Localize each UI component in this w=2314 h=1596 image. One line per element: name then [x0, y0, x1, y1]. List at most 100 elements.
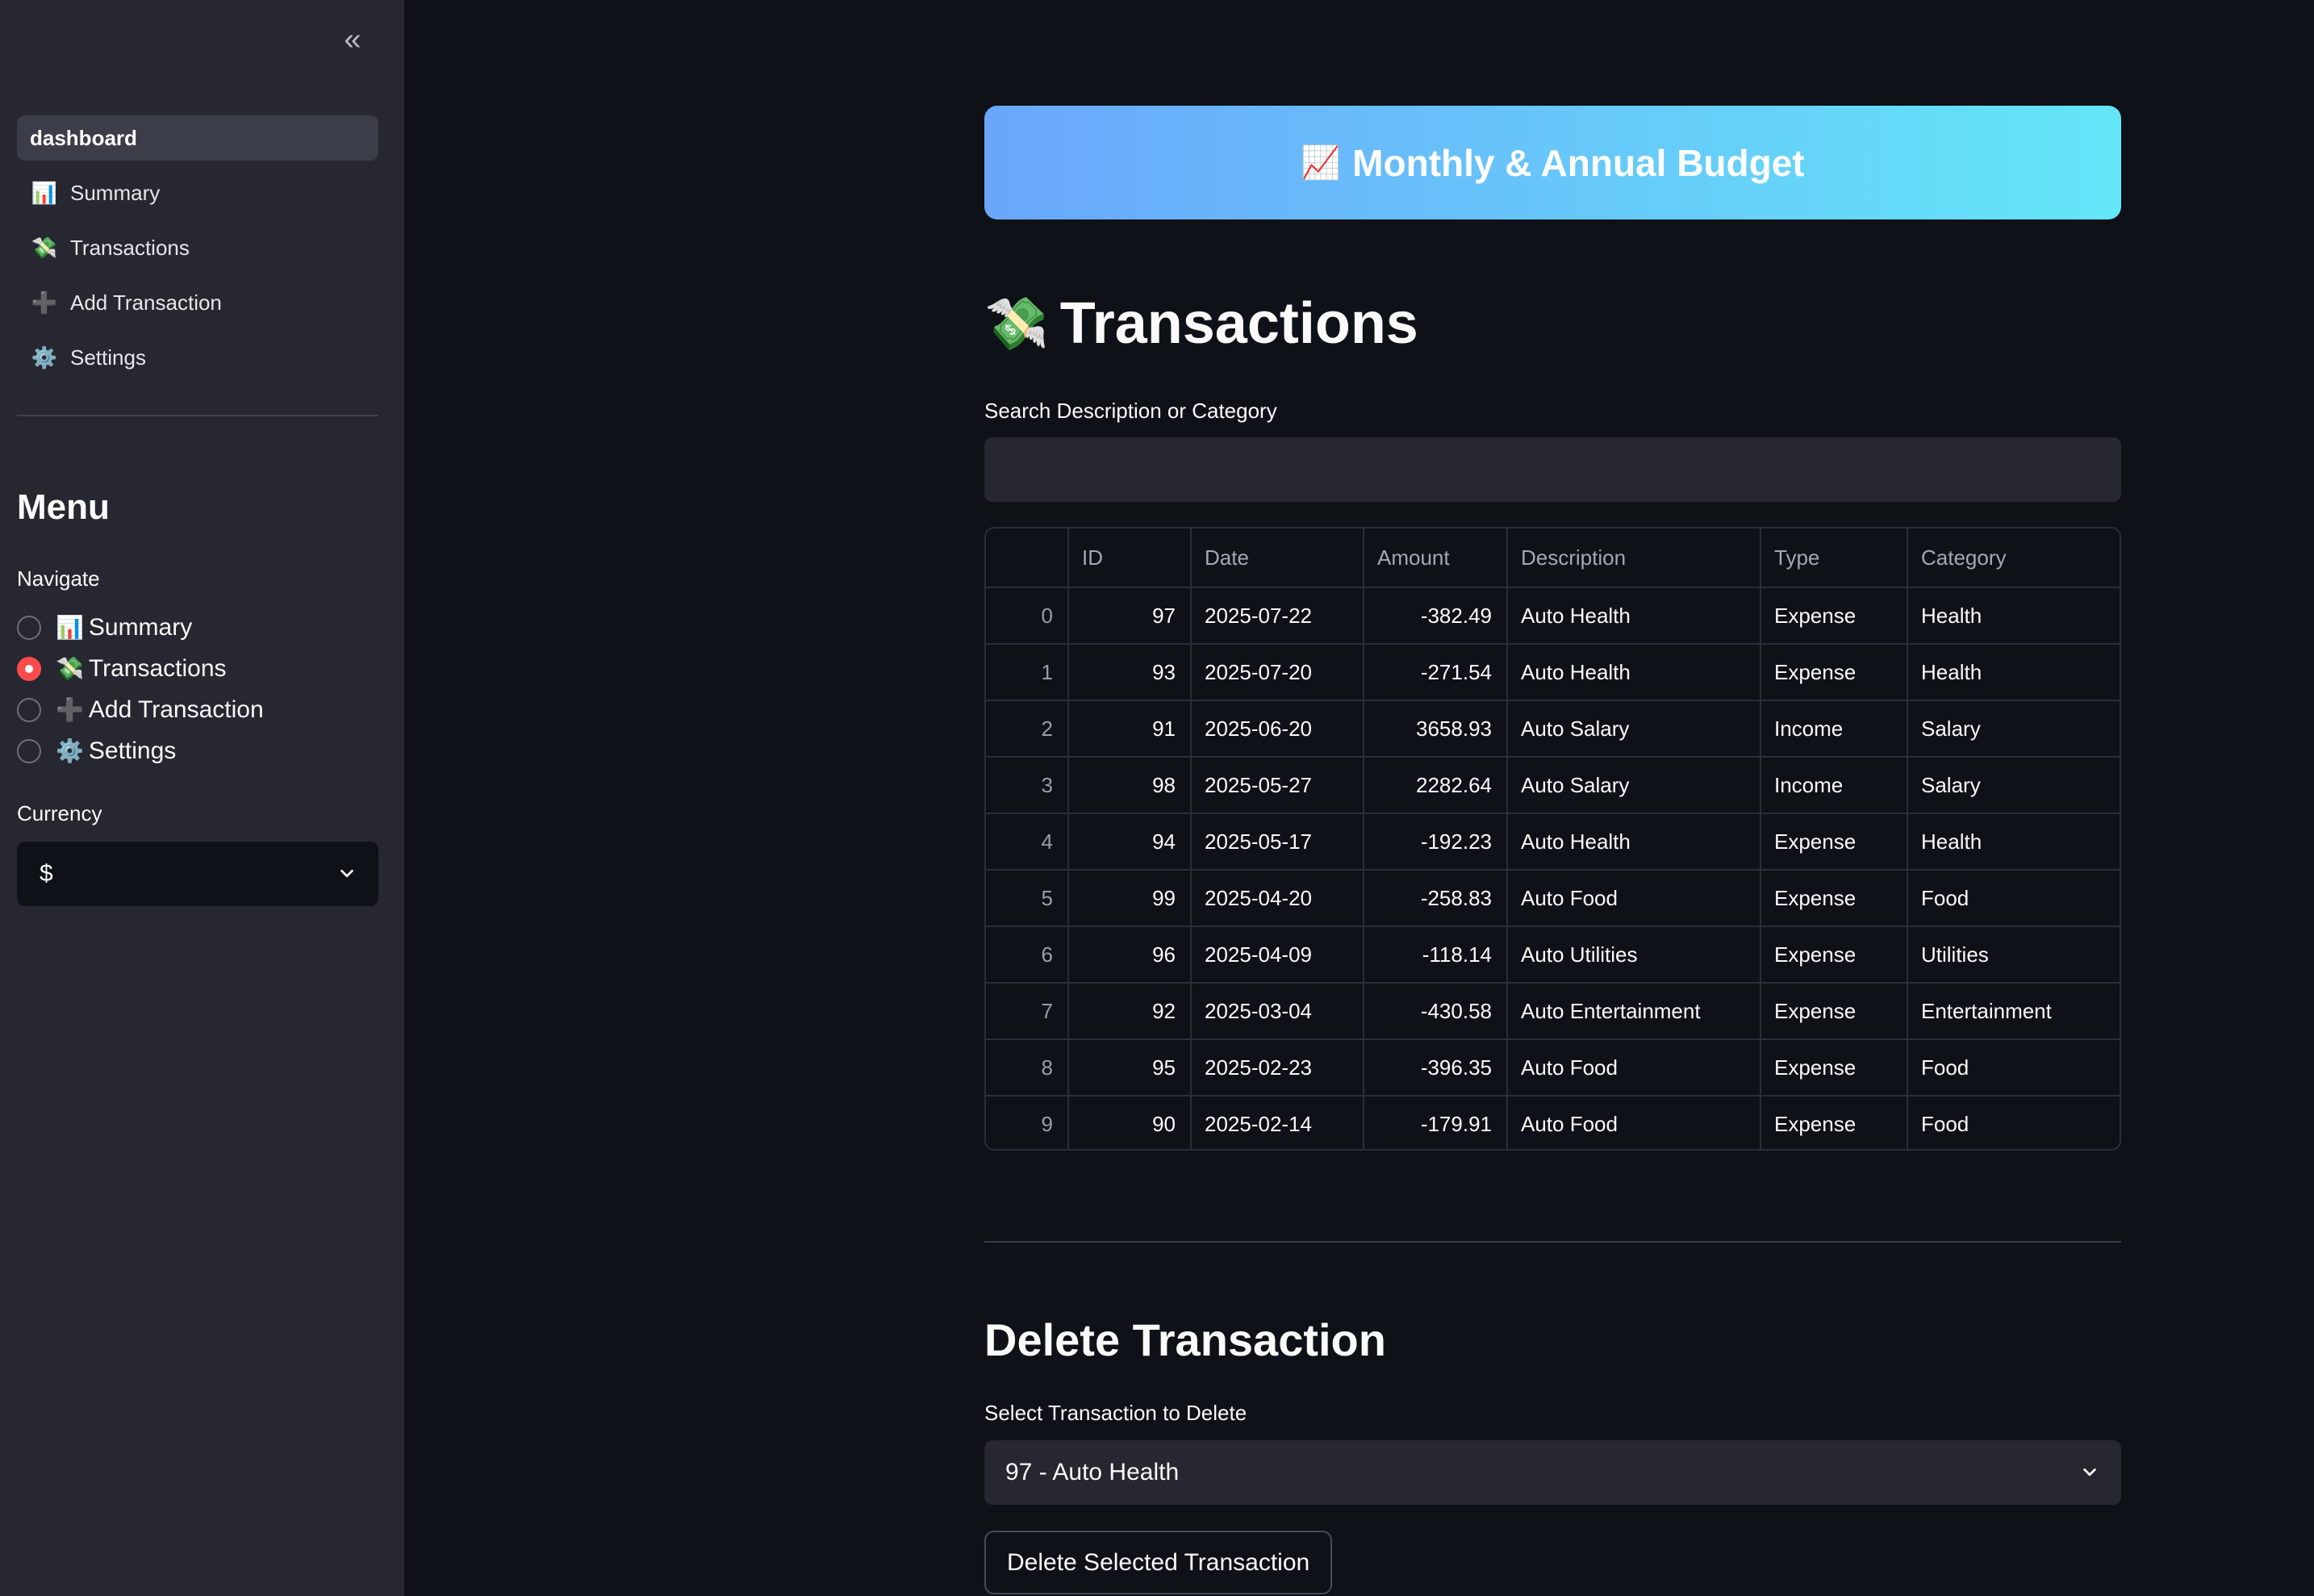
cell-index[interactable]: 2 — [986, 700, 1069, 758]
delete-selected-transaction-button[interactable]: Delete Selected Transaction — [984, 1531, 1333, 1594]
cell-date[interactable]: 2025-02-14 — [1191, 1096, 1364, 1149]
cell-description[interactable]: Auto Health — [1507, 813, 1761, 871]
cell-index[interactable]: 7 — [986, 983, 1069, 1040]
page-item-transactions[interactable]: 💸 Transactions — [17, 225, 378, 270]
table-row[interactable]: 7 92 2025-03-04 -430.58 Auto Entertainment Ex… — [986, 983, 2120, 1040]
cell-category[interactable]: Salary — [1907, 700, 2120, 758]
cell-type[interactable]: Expense — [1761, 983, 1908, 1040]
search-input[interactable] — [984, 437, 2121, 502]
radio-button[interactable] — [17, 656, 41, 681]
cell-amount[interactable]: -192.23 — [1364, 813, 1508, 871]
column-header-category[interactable]: Category — [1907, 529, 2120, 588]
cell-date[interactable]: 2025-07-22 — [1191, 587, 1364, 645]
cell-amount[interactable]: -271.54 — [1364, 644, 1508, 701]
cell-description[interactable]: Auto Entertainment — [1507, 983, 1761, 1040]
column-header-description[interactable]: Description — [1507, 529, 1761, 588]
table-row[interactable]: 6 96 2025-04-09 -118.14 Auto Utilities Expens… — [986, 926, 2120, 984]
table-row[interactable]: 8 95 2025-02-23 -396.35 Auto Food Expense Food — [986, 1039, 2120, 1097]
column-header-id[interactable]: ID — [1068, 529, 1192, 588]
cell-date[interactable]: 2025-07-20 — [1191, 644, 1364, 701]
cell-category[interactable]: Food — [1907, 1039, 2120, 1097]
cell-amount[interactable]: -382.49 — [1364, 587, 1508, 645]
cell-type[interactable]: Expense — [1761, 813, 1908, 871]
cell-type[interactable]: Income — [1761, 700, 1908, 758]
radio-button[interactable] — [17, 738, 41, 763]
cell-id[interactable]: 95 — [1068, 1039, 1192, 1097]
cell-amount[interactable]: -430.58 — [1364, 983, 1508, 1040]
radio-summary[interactable]: 📊 Summary — [17, 607, 264, 648]
collapse-sidebar-button[interactable]: « — [336, 23, 370, 56]
column-header-date[interactable]: Date — [1191, 529, 1364, 588]
table-row[interactable]: 1 93 2025-07-20 -271.54 Auto Health Expense He… — [986, 644, 2120, 701]
radio-button[interactable] — [17, 697, 41, 722]
cell-index[interactable]: 3 — [986, 757, 1069, 814]
column-header-amount[interactable]: Amount — [1364, 529, 1508, 588]
transactions-table[interactable]: ID Date Amount Description Type Category… — [984, 527, 2121, 1151]
cell-category[interactable]: Food — [1907, 870, 2120, 927]
page-item-dashboard[interactable]: dashboard — [17, 115, 378, 161]
cell-date[interactable]: 2025-04-09 — [1191, 926, 1364, 984]
radio-settings[interactable]: ⚙️ Settings — [17, 730, 264, 771]
cell-date[interactable]: 2025-02-23 — [1191, 1039, 1364, 1097]
currency-select[interactable]: $ — [17, 842, 378, 906]
page-item-add-transaction[interactable]: ➕ Add Transaction — [17, 280, 378, 325]
cell-index[interactable]: 6 — [986, 926, 1069, 984]
radio-transactions[interactable]: 💸 Transactions — [17, 648, 264, 689]
cell-category[interactable]: Utilities — [1907, 926, 2120, 984]
cell-category[interactable]: Entertainment — [1907, 983, 2120, 1040]
cell-description[interactable]: Auto Utilities — [1507, 926, 1761, 984]
cell-index[interactable]: 0 — [986, 587, 1069, 645]
cell-type[interactable]: Expense — [1761, 1096, 1908, 1149]
cell-description[interactable]: Auto Salary — [1507, 757, 1761, 814]
cell-index[interactable]: 5 — [986, 870, 1069, 927]
cell-date[interactable]: 2025-03-04 — [1191, 983, 1364, 1040]
cell-description[interactable]: Auto Food — [1507, 870, 1761, 927]
table-row[interactable]: 4 94 2025-05-17 -192.23 Auto Health Expense He… — [986, 813, 2120, 871]
cell-id[interactable]: 92 — [1068, 983, 1192, 1040]
cell-index[interactable]: 8 — [986, 1039, 1069, 1097]
cell-amount[interactable]: -396.35 — [1364, 1039, 1508, 1097]
cell-type[interactable]: Expense — [1761, 644, 1908, 701]
radio-button[interactable] — [17, 615, 41, 640]
cell-description[interactable]: Auto Salary — [1507, 700, 1761, 758]
table-row[interactable]: 0 97 2025-07-22 -382.49 Auto Health Expense He… — [986, 587, 2120, 645]
cell-id[interactable]: 98 — [1068, 757, 1192, 814]
column-header-index[interactable] — [986, 529, 1069, 588]
cell-index[interactable]: 1 — [986, 644, 1069, 701]
table-row[interactable]: 2 91 2025-06-20 3658.93 Auto Salary Income Sal… — [986, 700, 2120, 758]
table-row[interactable]: 5 99 2025-04-20 -258.83 Auto Food Expense Food — [986, 870, 2120, 927]
cell-category[interactable]: Salary — [1907, 757, 2120, 814]
cell-date[interactable]: 2025-04-20 — [1191, 870, 1364, 927]
cell-description[interactable]: Auto Food — [1507, 1039, 1761, 1097]
cell-category[interactable]: Health — [1907, 587, 2120, 645]
cell-type[interactable]: Expense — [1761, 926, 1908, 984]
cell-category[interactable]: Health — [1907, 813, 2120, 871]
table-row[interactable]: 9 90 2025-02-14 -179.91 Auto Food Expense Food — [986, 1096, 2120, 1149]
table-row[interactable]: 3 98 2025-05-27 2282.64 Auto Salary Income Sal… — [986, 757, 2120, 814]
cell-description[interactable]: Auto Health — [1507, 587, 1761, 645]
cell-category[interactable]: Health — [1907, 644, 2120, 701]
cell-date[interactable]: 2025-06-20 — [1191, 700, 1364, 758]
page-item-summary[interactable]: 📊 Summary — [17, 170, 378, 215]
cell-type[interactable]: Income — [1761, 757, 1908, 814]
cell-id[interactable]: 93 — [1068, 644, 1192, 701]
cell-id[interactable]: 97 — [1068, 587, 1192, 645]
cell-description[interactable]: Auto Health — [1507, 644, 1761, 701]
page-item-settings[interactable]: ⚙️ Settings — [17, 335, 378, 380]
cell-type[interactable]: Expense — [1761, 1039, 1908, 1097]
cell-id[interactable]: 91 — [1068, 700, 1192, 758]
cell-amount[interactable]: -118.14 — [1364, 926, 1508, 984]
cell-category[interactable]: Food — [1907, 1096, 2120, 1149]
cell-amount[interactable]: 3658.93 — [1364, 700, 1508, 758]
cell-id[interactable]: 99 — [1068, 870, 1192, 927]
cell-date[interactable]: 2025-05-27 — [1191, 757, 1364, 814]
column-header-type[interactable]: Type — [1761, 529, 1908, 588]
delete-transaction-select[interactable]: 97 - Auto Health — [984, 1440, 2121, 1505]
cell-id[interactable]: 94 — [1068, 813, 1192, 871]
cell-type[interactable]: Expense — [1761, 587, 1908, 645]
cell-amount[interactable]: -258.83 — [1364, 870, 1508, 927]
cell-id[interactable]: 90 — [1068, 1096, 1192, 1149]
cell-index[interactable]: 9 — [986, 1096, 1069, 1149]
radio-add-transaction[interactable]: ➕ Add Transaction — [17, 689, 264, 730]
cell-type[interactable]: Expense — [1761, 870, 1908, 927]
